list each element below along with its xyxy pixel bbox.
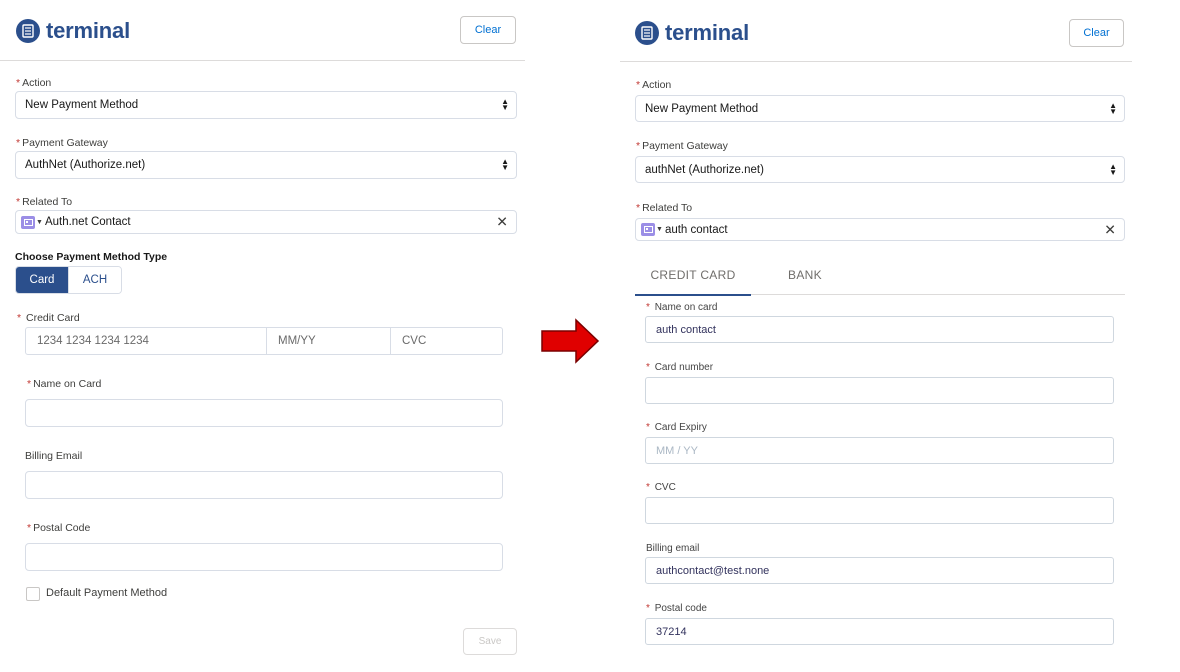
- tab-credit-card[interactable]: CREDIT CARD: [635, 256, 751, 296]
- select-arrows-icon: ▲ ▼: [501, 97, 509, 112]
- action-label: * Action: [16, 77, 52, 89]
- related-lookup[interactable]: ▼ Auth.net Contact ✕: [15, 210, 517, 234]
- related-label: * Related To: [16, 196, 73, 208]
- action-select[interactable]: New Payment Method ▲ ▼: [15, 91, 517, 119]
- billing-email-input[interactable]: [25, 471, 503, 499]
- credit-card-label: * Credit Card: [17, 312, 80, 324]
- gateway-select[interactable]: AuthNet (Authorize.net) ▲ ▼: [15, 151, 517, 179]
- right-arrow-icon: [541, 318, 600, 364]
- postal-code-value: 37214: [656, 625, 687, 638]
- logo: terminal: [16, 18, 130, 44]
- gateway-select[interactable]: authNet (Authorize.net) ▲ ▼: [635, 156, 1125, 183]
- header: terminal Clear: [620, 0, 1132, 62]
- terminal-form-before: terminal Clear * Action New Payment Metho…: [0, 0, 530, 672]
- close-icon[interactable]: ✕: [496, 214, 508, 231]
- postal-code-input[interactable]: 37214: [645, 618, 1114, 645]
- card-expiry-label: * Card Expiry: [646, 422, 707, 433]
- cvc-input[interactable]: [645, 497, 1114, 524]
- billing-email-label: Billing Email: [25, 450, 83, 462]
- clear-button[interactable]: Clear: [1069, 19, 1124, 47]
- clear-button[interactable]: Clear: [460, 16, 516, 44]
- card-number-input[interactable]: 1234 1234 1234 1234: [25, 327, 267, 355]
- name-on-card-input[interactable]: [25, 399, 503, 427]
- cvc-input[interactable]: CVC: [390, 327, 503, 355]
- logo: terminal: [635, 20, 749, 46]
- name-on-card-input[interactable]: auth contact: [645, 316, 1114, 343]
- gateway-value: AuthNet (Authorize.net): [25, 159, 146, 171]
- contact-card-icon[interactable]: [641, 223, 655, 236]
- action-value: New Payment Method: [25, 99, 139, 111]
- name-on-card-label: * Name on Card: [27, 378, 102, 390]
- related-label: * Related To: [636, 202, 693, 214]
- postal-code-label: * Postal Code: [27, 522, 91, 534]
- card-number-label: * Card number: [646, 362, 714, 373]
- cvc-placeholder: CVC: [402, 335, 427, 347]
- save-button[interactable]: Save: [463, 628, 517, 655]
- name-on-card-value: auth contact: [656, 323, 716, 336]
- expiry-placeholder: MM/YY: [278, 335, 316, 347]
- tab-bank[interactable]: BANK: [770, 256, 840, 294]
- card-expiry-placeholder: MM / YY: [656, 444, 698, 457]
- card-expiry-input[interactable]: MM / YY: [645, 437, 1114, 464]
- select-arrows-icon: ▲ ▼: [1109, 100, 1117, 116]
- default-payment-checkbox[interactable]: [26, 587, 40, 601]
- terminal-form-after: terminal Clear * Action New Payment Metho…: [620, 0, 1140, 672]
- card-number-placeholder: 1234 1234 1234 1234: [37, 335, 149, 347]
- action-select[interactable]: New Payment Method ▲ ▼: [635, 95, 1125, 122]
- cvc-label: * CVC: [646, 482, 676, 493]
- billing-email-value: authcontact@test.none: [656, 564, 770, 577]
- receipt-icon: [16, 19, 40, 43]
- payment-method-tabs: CREDIT CARD BANK: [635, 256, 1125, 296]
- gateway-value: authNet (Authorize.net): [645, 163, 764, 176]
- expiry-input[interactable]: MM/YY: [266, 327, 391, 355]
- billing-email-label: Billing email: [646, 543, 700, 554]
- choose-type-heading: Choose Payment Method Type: [15, 251, 168, 263]
- logo-text: terminal: [46, 18, 130, 43]
- postal-code-label: * Postal code: [646, 603, 707, 614]
- card-number-input[interactable]: [645, 377, 1114, 404]
- related-value: auth contact: [664, 223, 728, 236]
- gateway-label: * Payment Gateway: [636, 140, 728, 152]
- related-value: Auth.net Contact: [44, 216, 131, 228]
- ach-type-button[interactable]: ACH: [68, 267, 121, 293]
- action-label: * Action: [636, 79, 672, 91]
- action-value: New Payment Method: [645, 102, 759, 115]
- gateway-label: * Payment Gateway: [16, 137, 108, 149]
- chevron-down-icon[interactable]: ▼: [36, 219, 43, 226]
- logo-text: terminal: [665, 20, 749, 45]
- name-on-card-label: * Name on card: [646, 302, 718, 313]
- billing-email-input[interactable]: authcontact@test.none: [645, 557, 1114, 584]
- card-type-button[interactable]: Card: [16, 267, 68, 293]
- receipt-icon: [635, 21, 659, 45]
- select-arrows-icon: ▲ ▼: [1109, 161, 1117, 177]
- header: terminal Clear: [0, 0, 525, 61]
- postal-code-input[interactable]: [25, 543, 503, 571]
- select-arrows-icon: ▲ ▼: [501, 157, 509, 172]
- chevron-down-icon[interactable]: ▼: [656, 226, 663, 233]
- close-icon[interactable]: ✕: [1104, 221, 1116, 238]
- payment-type-toggle: Card ACH: [15, 266, 122, 294]
- contact-card-icon[interactable]: [21, 215, 35, 229]
- related-lookup[interactable]: ▼ auth contact ✕: [635, 218, 1125, 241]
- default-payment-label: Default Payment Method: [46, 587, 168, 599]
